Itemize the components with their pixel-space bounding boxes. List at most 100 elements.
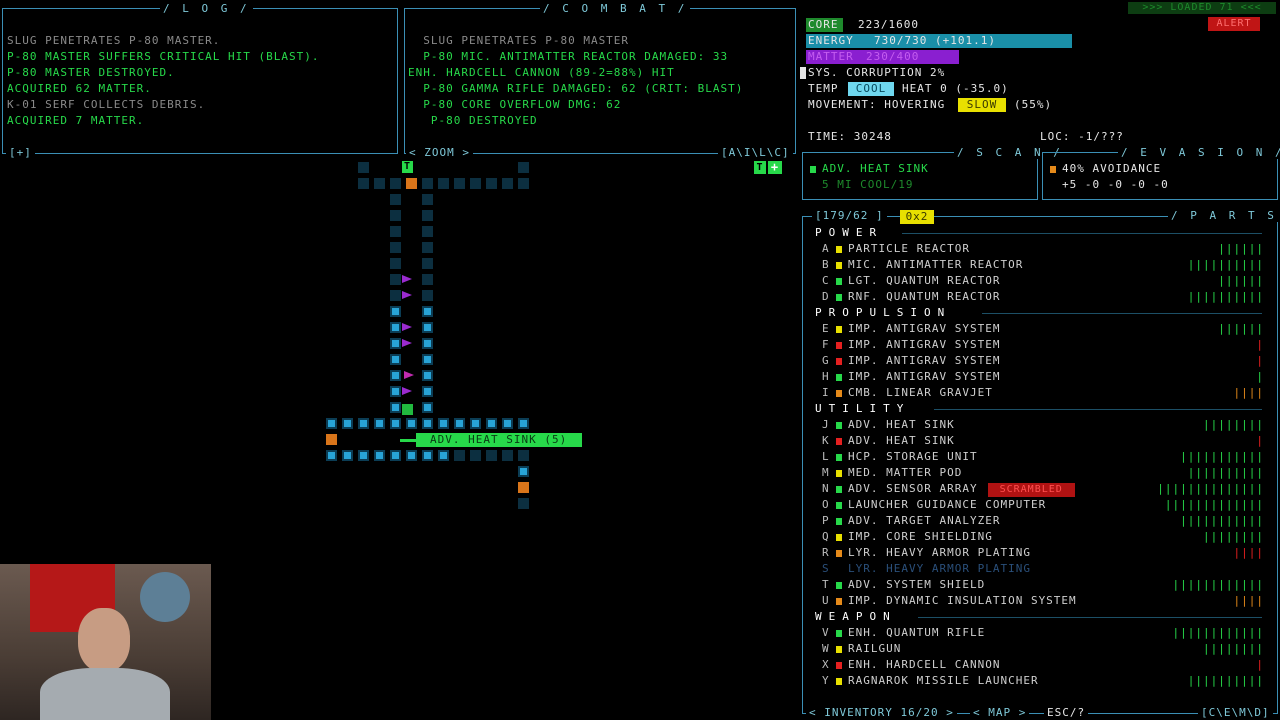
part-item-i[interactable]: I CMB. LINEAR GRAVJET |||| xyxy=(822,385,1264,401)
map-wall-tile xyxy=(374,418,385,429)
part-name: ENH. QUANTUM RIFLE xyxy=(848,626,986,639)
map-wall-tile xyxy=(502,450,513,461)
part-item-q[interactable]: Q IMP. CORE SHIELDING |||||||| xyxy=(822,529,1264,545)
part-item-g[interactable]: G IMP. ANTIGRAV SYSTEM | xyxy=(822,353,1264,369)
part-item-l[interactable]: L HCP. STORAGE UNIT ||||||||||| xyxy=(822,449,1264,465)
part-item-x[interactable]: X ENH. HARDCELL CANNON | xyxy=(822,657,1264,673)
part-name: RAGNAROK MISSILE LAUNCHER xyxy=(848,674,1039,687)
map-wall-tile xyxy=(422,210,433,221)
part-status-square xyxy=(836,566,842,573)
part-status-square xyxy=(836,645,842,653)
part-integrity-bars: |||||||||| xyxy=(1187,290,1264,303)
turn-time: TIME: 30248 xyxy=(808,130,892,143)
location: LOC: -1/??? xyxy=(1040,130,1124,143)
part-item-v[interactable]: V ENH. QUANTUM RIFLE |||||||||||| xyxy=(822,625,1264,641)
map-wall-tile xyxy=(406,418,417,429)
parts-section-propulsion: PROPULSION xyxy=(815,306,952,319)
map-hostile-marker[interactable] xyxy=(402,323,412,331)
part-item-r[interactable]: R LYR. HEAVY ARMOR PLATING |||| xyxy=(822,545,1264,561)
part-item-a[interactable]: A PARTICLE REACTOR |||||| xyxy=(822,241,1264,257)
part-item-w[interactable]: W RAILGUN |||||||| xyxy=(822,641,1264,657)
part-integrity-bars: ||||||||||| xyxy=(1180,514,1264,527)
map-wall-tile xyxy=(438,450,449,461)
map-hostile-marker[interactable] xyxy=(404,371,414,379)
part-integrity-bars: | xyxy=(1256,338,1264,351)
part-key: C xyxy=(822,274,830,287)
map-hostile-marker[interactable] xyxy=(402,339,412,347)
part-integrity-bars: | xyxy=(1256,354,1264,367)
combat-line: P-80 MIC. ANTIMATTER REACTOR DAMAGED: 33 xyxy=(408,50,729,63)
part-integrity-bars: | xyxy=(1256,434,1264,447)
part-item-f[interactable]: F IMP. ANTIGRAV SYSTEM | xyxy=(822,337,1264,353)
part-item-y[interactable]: Y RAGNAROK MISSILE LAUNCHER |||||||||| xyxy=(822,673,1264,689)
map-wall-tile xyxy=(422,290,433,301)
part-name: IMP. ANTIGRAV SYSTEM xyxy=(848,370,1001,383)
part-name: IMP. ANTIGRAV SYSTEM xyxy=(848,322,1001,335)
part-key: B xyxy=(822,258,830,271)
part-status-square xyxy=(836,373,842,381)
scan-detail: 5 MI COOL/19 xyxy=(822,178,914,191)
part-name: IMP. DYNAMIC INSULATION SYSTEM xyxy=(848,594,1077,607)
map-hostile-marker[interactable] xyxy=(402,275,412,283)
map-wall-tile xyxy=(422,194,433,205)
map-hostile-marker[interactable] xyxy=(402,387,412,395)
part-item-s[interactable]: S LYR. HEAVY ARMOR PLATING xyxy=(822,561,1264,577)
map-top-marker[interactable]: T xyxy=(402,161,413,173)
part-item-t[interactable]: T ADV. SYSTEM SHIELD |||||||||||| xyxy=(822,577,1264,593)
part-item-j[interactable]: J ADV. HEAT SINK |||||||| xyxy=(822,417,1264,433)
part-integrity-bars: |||||||||| xyxy=(1187,258,1264,271)
part-item-b[interactable]: B MIC. ANTIMATTER REACTOR |||||||||| xyxy=(822,257,1264,273)
map-item-tile xyxy=(326,434,337,445)
map-wall-tile xyxy=(422,338,433,349)
map-item-tooltip: ADV. HEAT SINK (5) xyxy=(416,433,582,447)
map-wall-tile xyxy=(390,338,401,349)
part-integrity-bars: | xyxy=(1256,658,1264,671)
part-name: RNF. QUANTUM REACTOR xyxy=(848,290,1001,303)
webcam-overlay xyxy=(0,564,211,720)
map-button[interactable]: < MAP > xyxy=(970,706,1030,719)
map-wall-tile xyxy=(422,178,433,189)
parts-multiplier-badge: 0x2 xyxy=(900,210,934,224)
part-item-n[interactable]: N ADV. SENSOR ARRAY SCRAMBLED |||||||||||||… xyxy=(822,481,1264,497)
part-key: H xyxy=(822,370,830,383)
part-item-h[interactable]: H IMP. ANTIGRAV SYSTEM | xyxy=(822,369,1264,385)
bottom-filter-button[interactable]: [C\E\M\D] xyxy=(1198,706,1273,719)
part-item-k[interactable]: K ADV. HEAT SINK | xyxy=(822,433,1264,449)
part-item-p[interactable]: P ADV. TARGET ANALYZER ||||||||||| xyxy=(822,513,1264,529)
part-name: MIC. ANTIMATTER REACTOR xyxy=(848,258,1024,271)
part-name: ADV. HEAT SINK xyxy=(848,434,955,447)
part-status-square xyxy=(836,469,842,477)
part-status-square xyxy=(836,629,842,637)
part-item-c[interactable]: C LGT. QUANTUM REACTOR |||||| xyxy=(822,273,1264,289)
map-wall-tile xyxy=(390,370,401,381)
part-status-square xyxy=(836,581,842,589)
part-name: ADV. SYSTEM SHIELD xyxy=(848,578,986,591)
part-item-u[interactable]: U IMP. DYNAMIC INSULATION SYSTEM |||| xyxy=(822,593,1264,609)
help-button[interactable]: ESC/? xyxy=(1044,706,1089,719)
part-status-square xyxy=(836,485,842,493)
evasion-status-square xyxy=(1050,165,1056,173)
part-item-m[interactable]: M MED. MATTER POD |||||||||| xyxy=(822,465,1264,481)
map-wall-tile xyxy=(502,178,513,189)
part-item-d[interactable]: D RNF. QUANTUM REACTOR |||||||||| xyxy=(822,289,1264,305)
map-hostile-marker[interactable] xyxy=(402,291,412,299)
movement-label: MOVEMENT: HOVERING xyxy=(808,98,946,111)
part-item-e[interactable]: E IMP. ANTIGRAV SYSTEM |||||| xyxy=(822,321,1264,337)
scan-item: ADV. HEAT SINK xyxy=(810,161,929,177)
map-wall-tile xyxy=(422,242,433,253)
map-marker-t-icon[interactable]: T xyxy=(754,161,766,174)
map-wall-tile xyxy=(390,322,401,333)
map-wall-tile xyxy=(390,402,401,413)
corruption-value: SYS. CORRUPTION 2% xyxy=(808,66,946,79)
map-wall-tile xyxy=(390,386,401,397)
log-line: K-01 SERF COLLECTS DEBRIS. xyxy=(7,98,206,111)
part-integrity-bars: |||||||||| xyxy=(1187,466,1264,479)
part-integrity-bars: |||||| xyxy=(1218,274,1264,287)
part-key: O xyxy=(822,498,830,511)
map-plus-icon[interactable]: + xyxy=(768,161,782,174)
map-wall-tile xyxy=(390,226,401,237)
log-line: P-80 MASTER DESTROYED. xyxy=(7,66,175,79)
inventory-button[interactable]: < INVENTORY 16/20 > xyxy=(806,706,957,719)
part-item-o[interactable]: O LAUNCHER GUIDANCE COMPUTER ||||||||||||| xyxy=(822,497,1264,513)
part-key: P xyxy=(822,514,830,527)
